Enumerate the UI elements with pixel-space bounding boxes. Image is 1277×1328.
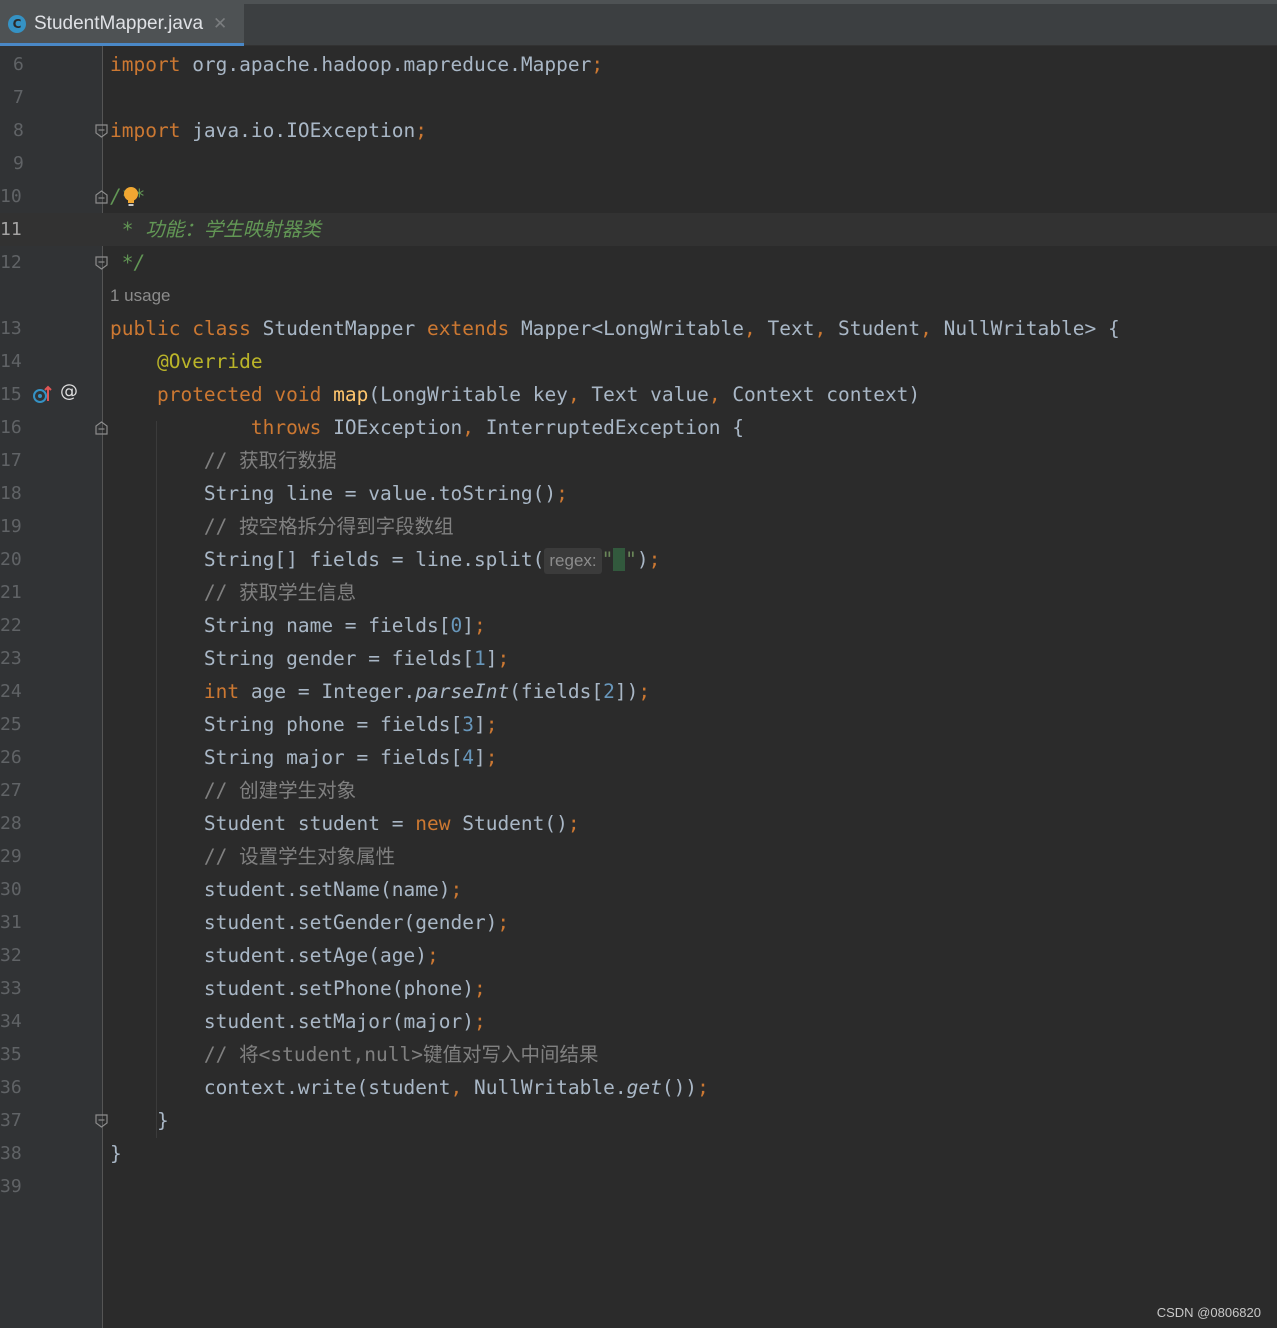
- code-line-30[interactable]: 30 student.setName(name);: [0, 873, 1277, 906]
- fold-start-icon[interactable]: [95, 421, 108, 435]
- fold-end-icon[interactable]: [95, 256, 108, 270]
- code-line-15[interactable]: 15 @ protected void map(LongWritable key…: [0, 378, 1277, 411]
- code-line-7[interactable]: 7: [0, 81, 1277, 114]
- line-number: 25: [0, 714, 22, 735]
- line-number: 13: [0, 318, 22, 339]
- line-number: 16: [0, 417, 22, 438]
- line-number: 32: [0, 945, 22, 966]
- code-line-6[interactable]: 6 import org.apache.hadoop.mapreduce.Map…: [0, 48, 1277, 81]
- line-number: 22: [0, 615, 22, 636]
- code-line-10[interactable]: 10 /**: [0, 180, 1277, 213]
- tab-label: StudentMapper.java: [34, 12, 204, 34]
- code-line-11[interactable]: 11 * 功能：学生映射器类: [0, 213, 1277, 246]
- code-line-28[interactable]: 28 Student student = new Student();: [0, 807, 1277, 840]
- code-line-22[interactable]: 22 String name = fields[0];: [0, 609, 1277, 642]
- line-number: 39: [0, 1176, 22, 1197]
- line-number: 21: [0, 582, 22, 603]
- code-line-21[interactable]: 21 // 获取学生信息: [0, 576, 1277, 609]
- editor-tab-bar: C StudentMapper.java ✕: [0, 0, 1277, 46]
- code-line-37[interactable]: 37 }: [0, 1104, 1277, 1137]
- line-number: 20: [0, 549, 22, 570]
- line-number: 12: [0, 252, 22, 273]
- line-number: 18: [0, 483, 22, 504]
- code-line-24[interactable]: 24 int age = Integer.parseInt(fields[2])…: [0, 675, 1277, 708]
- line-number: 28: [0, 813, 22, 834]
- code-line-20[interactable]: 20 String[] fields = line.split(regex: " …: [0, 543, 1277, 576]
- line-number: 37: [0, 1110, 22, 1131]
- line-number: 31: [0, 912, 22, 933]
- usage-hint[interactable]: 1 usage: [110, 279, 171, 312]
- code-editor[interactable]: 6 import org.apache.hadoop.mapreduce.Map…: [0, 46, 1277, 1328]
- line-number: 33: [0, 978, 22, 999]
- code-line-13[interactable]: 13 public class StudentMapper extends Ma…: [0, 312, 1277, 345]
- line-number: 17: [0, 450, 22, 471]
- line-number: 10: [0, 186, 22, 207]
- line-number: 6: [13, 54, 24, 75]
- line-number: 35: [0, 1044, 22, 1065]
- fold-start-icon[interactable]: [95, 190, 108, 204]
- code-line-16[interactable]: 16 throws IOException, InterruptedExcept…: [0, 411, 1277, 444]
- code-line-18[interactable]: 18 String line = value.toString();: [0, 477, 1277, 510]
- parameter-hint: regex:: [544, 548, 602, 574]
- line-number: 30: [0, 879, 22, 900]
- line-number: 24: [0, 681, 22, 702]
- line-number: 23: [0, 648, 22, 669]
- code-line-34[interactable]: 34 student.setMajor(major);: [0, 1005, 1277, 1038]
- close-tab-icon[interactable]: ✕: [213, 14, 227, 34]
- code-line-23[interactable]: 23 String gender = fields[1];: [0, 642, 1277, 675]
- line-number: 19: [0, 516, 22, 537]
- line-number: 7: [13, 87, 24, 108]
- code-line-38[interactable]: 38 }: [0, 1137, 1277, 1170]
- fold-end-icon[interactable]: [95, 124, 108, 138]
- code-line-25[interactable]: 25 String phone = fields[3];: [0, 708, 1277, 741]
- code-line-12[interactable]: 12 */: [0, 246, 1277, 279]
- java-class-icon: C: [8, 14, 26, 33]
- line-number: 26: [0, 747, 22, 768]
- line-number: 36: [0, 1077, 22, 1098]
- code-line-17[interactable]: 17 // 获取行数据: [0, 444, 1277, 477]
- line-number: 15: [0, 384, 22, 405]
- override-icon[interactable]: @: [60, 381, 78, 402]
- line-number: 38: [0, 1143, 22, 1164]
- code-line-33[interactable]: 33 student.setPhone(phone);: [0, 972, 1277, 1005]
- code-line-27[interactable]: 27 // 创建学生对象: [0, 774, 1277, 807]
- code-line-8[interactable]: 8 import java.io.IOException;: [0, 114, 1277, 147]
- line-number: 11: [0, 219, 22, 240]
- line-number: 9: [13, 153, 24, 174]
- text-caret-selection: [613, 548, 626, 571]
- code-line-36[interactable]: 36 context.write(student, NullWritable.g…: [0, 1071, 1277, 1104]
- fold-end-icon[interactable]: [95, 1114, 108, 1128]
- code-line-32[interactable]: 32 student.setAge(age);: [0, 939, 1277, 972]
- code-line-19[interactable]: 19 // 按空格拆分得到字段数组: [0, 510, 1277, 543]
- code-line-14[interactable]: 14 @Override: [0, 345, 1277, 378]
- line-number: 34: [0, 1011, 22, 1032]
- usage-hint-line: 1 usage: [0, 279, 1277, 312]
- code-line-35[interactable]: 35 // 将<student,null>键值对写入中间结果: [0, 1038, 1277, 1071]
- code-line-29[interactable]: 29 // 设置学生对象属性: [0, 840, 1277, 873]
- code-line-39[interactable]: 39: [0, 1170, 1277, 1203]
- code-line-31[interactable]: 31 student.setGender(gender);: [0, 906, 1277, 939]
- code-line-26[interactable]: 26 String major = fields[4];: [0, 741, 1277, 774]
- implements-method-icon[interactable]: [32, 385, 52, 405]
- code-line-9[interactable]: 9: [0, 147, 1277, 180]
- line-number: 29: [0, 846, 22, 867]
- line-number: 27: [0, 780, 22, 801]
- tab-studentmapper-java[interactable]: C StudentMapper.java ✕: [0, 4, 244, 46]
- watermark: CSDN @0806820: [1156, 1305, 1261, 1320]
- line-number: 8: [13, 120, 24, 141]
- intention-bulb-icon[interactable]: [123, 186, 139, 208]
- line-number: 14: [0, 351, 22, 372]
